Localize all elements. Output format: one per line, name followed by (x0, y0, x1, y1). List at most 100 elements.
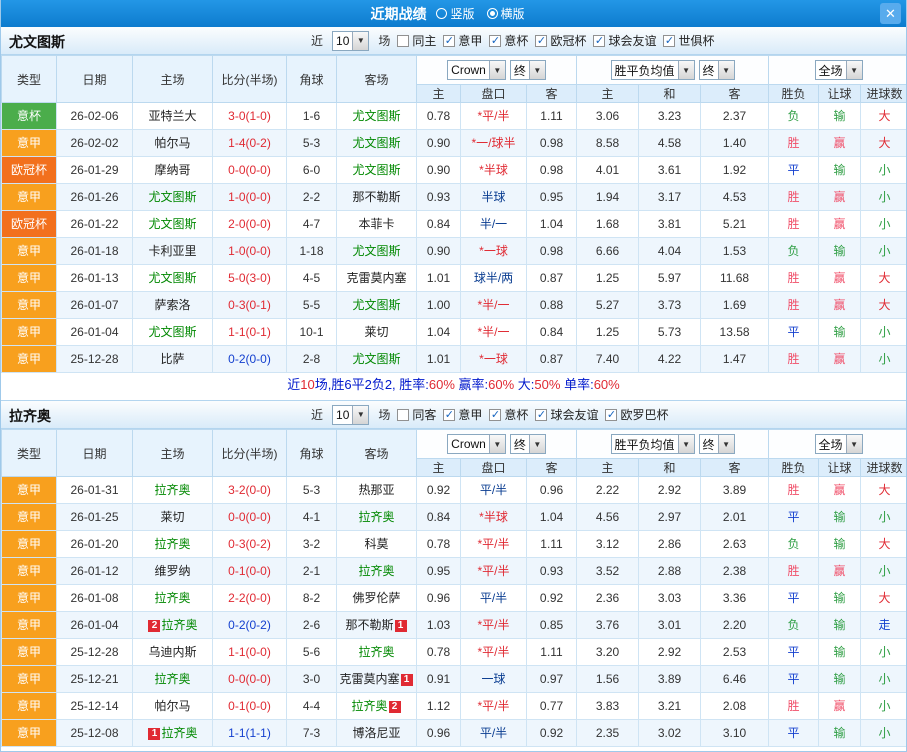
scope-select[interactable]: 全场 ▼ (814, 60, 863, 80)
close-button[interactable]: ✕ (880, 3, 901, 24)
home-odds-cell: 0.78 (416, 638, 461, 666)
layout-vertical-radio[interactable]: 竖版 (436, 5, 475, 22)
checkbox-icon: ✓ (593, 34, 606, 47)
avg-home-cell: 2.36 (576, 584, 640, 612)
home-odds-cell: 0.90 (416, 237, 461, 265)
league-badge: 意甲 (1, 692, 57, 720)
match-date: 25-12-21 (56, 665, 133, 693)
team-name-text: 科莫 (364, 537, 389, 551)
match-count-select[interactable]: 10 ▼ (332, 30, 370, 51)
team-name-text: 尤文图斯 (352, 163, 401, 177)
odds-stage-select-value: 终 (513, 437, 526, 452)
team-name-text: 尤文图斯 (148, 271, 197, 285)
scope-select[interactable]: 全场 ▼ (814, 434, 863, 454)
filter-checkbox[interactable]: ✓ 意杯 (489, 406, 528, 423)
score-cell: 0-3(0-1) (212, 291, 287, 319)
avg-away-cell: 1.47 (700, 345, 770, 373)
avg-stage-select[interactable]: 终 ▼ (698, 434, 735, 454)
goals-result-cell: 大 (860, 476, 906, 504)
home-odds-cell: 0.78 (416, 530, 461, 558)
handicap-cell: 半/一 (460, 210, 527, 238)
match-date: 26-01-31 (56, 476, 133, 504)
match-row: 意甲 26-01-04 尤文图斯 1-1(0-1) 10-1 莱切 1.04 *半/一 0.84… (1, 318, 906, 346)
avg-draw-cell: 3.89 (638, 665, 702, 693)
chevron-down-icon: ▼ (352, 405, 369, 424)
chevron-down-icon: ▼ (677, 435, 694, 453)
avg-stage-select[interactable]: 终 ▼ (698, 60, 735, 80)
avg-draw-cell: 3.73 (638, 291, 702, 319)
home-odds-cell: 0.96 (416, 719, 461, 747)
bookmaker-select[interactable]: Crown ▼ (447, 60, 506, 80)
col-avg-away: 客 (700, 84, 770, 103)
col-away: 客场 (336, 429, 417, 477)
radio-icon (436, 8, 448, 19)
avg-draw-cell: 3.03 (638, 584, 702, 612)
away-team-cell: 拉齐奥 2 (336, 692, 417, 720)
team-name-text: 拉齐奥 (351, 699, 388, 713)
home-odds-cell: 0.96 (416, 584, 461, 612)
home-odds-cell: 1.00 (416, 291, 461, 319)
avg-type-select[interactable]: 胜平负均值 ▼ (610, 434, 695, 454)
away-odds-cell: 0.98 (525, 129, 578, 157)
match-date: 26-01-04 (56, 318, 133, 346)
corner-cell: 5-3 (286, 476, 337, 504)
filter-checkbox[interactable]: ✓ 欧冠杯 (535, 32, 586, 49)
result-cell: 胜 (768, 476, 820, 504)
bookmaker-select[interactable]: Crown ▼ (447, 434, 506, 454)
league-badge: 意甲 (1, 318, 57, 346)
avg-home-cell: 3.83 (576, 692, 640, 720)
result-cell: 负 (768, 237, 820, 265)
col-avg-home: 主 (576, 84, 640, 103)
filter-checkbox[interactable]: ✓ 球会友谊 (535, 406, 598, 423)
filter-checkbox[interactable]: ✓ 世俱杯 (663, 32, 714, 49)
match-row: 意甲 26-01-26 尤文图斯 1-0(0-0) 2-2 那不勒斯 0.93 半球 0.95 1… (1, 183, 906, 211)
team-name-text: 卡利亚里 (148, 244, 197, 258)
score-cell: 0-3(0-2) (212, 530, 287, 558)
col-result: 胜负 (768, 458, 820, 477)
filter-checkbox[interactable]: ✓ 意甲 (443, 32, 482, 49)
avg-home-cell: 4.56 (576, 503, 640, 531)
avg-draw-cell: 2.92 (638, 476, 702, 504)
home-odds-cell: 0.95 (416, 557, 461, 585)
home-team-cell: 尤文图斯 (132, 318, 213, 346)
match-count-select[interactable]: 10 ▼ (332, 404, 370, 425)
away-team-cell: 拉齐奥 (336, 503, 417, 531)
team-name-text: 那不勒斯 (345, 618, 394, 632)
home-team-cell: 维罗纳 (132, 557, 213, 585)
goals-result-cell: 大 (860, 102, 906, 130)
home-team-cell: 帕尔马 (132, 129, 213, 157)
corner-cell: 3-2 (286, 530, 337, 558)
checkbox-icon: ✓ (443, 408, 456, 421)
checkbox-icon: ✓ (489, 34, 502, 47)
match-row: 意甲 26-01-25 莱切 0-0(0-0) 4-1 拉齐奥 0.84 *半球 1.04 4.5… (1, 503, 906, 531)
odds-stage-select[interactable]: 终 ▼ (509, 434, 546, 454)
filter-area: 近 10 ▼ 场同客 ✓ 意甲 ✓ 意杯 ✓ 球会友谊 ✓ 欧罗巴杯 (311, 401, 668, 428)
score-cell: 1-0(0-0) (212, 237, 287, 265)
filter-checkbox[interactable]: 同客 (397, 406, 436, 423)
filter-checkbox[interactable]: 同主 (397, 32, 436, 49)
layout-horizontal-radio[interactable]: 横版 (486, 5, 525, 22)
odds-stage-select[interactable]: 终 ▼ (509, 60, 546, 80)
filter-checkbox[interactable]: ✓ 球会友谊 (593, 32, 656, 49)
score-cell: 1-4(0-2) (212, 129, 287, 157)
result-cell: 平 (768, 638, 820, 666)
home-team-cell: 尤文图斯 (132, 210, 213, 238)
avg-type-select[interactable]: 胜平负均值 ▼ (610, 60, 695, 80)
score-cell: 1-0(0-0) (212, 183, 287, 211)
home-team-cell: 尤文图斯 (132, 183, 213, 211)
handicap-cell: *一球 (460, 345, 527, 373)
filter-checkbox[interactable]: ✓ 意杯 (489, 32, 528, 49)
result-cell: 平 (768, 318, 820, 346)
avg-home-cell: 3.76 (576, 611, 640, 639)
filter-checkbox[interactable]: ✓ 意甲 (443, 406, 482, 423)
team-name-text: 佛罗伦萨 (352, 591, 401, 605)
checkbox-icon (397, 34, 410, 47)
summary-segment: 单率: (560, 377, 594, 392)
team-name-text: 帕尔马 (154, 136, 191, 150)
avg-controls: 胜平负均值 ▼ 终 ▼ (576, 429, 770, 459)
filter-checkbox[interactable]: ✓ 欧罗巴杯 (605, 406, 668, 423)
away-team-cell: 博洛尼亚 (336, 719, 417, 747)
col-home: 主场 (132, 429, 213, 477)
chevron-down-icon: ▼ (528, 61, 545, 79)
checkbox-icon: ✓ (535, 408, 548, 421)
